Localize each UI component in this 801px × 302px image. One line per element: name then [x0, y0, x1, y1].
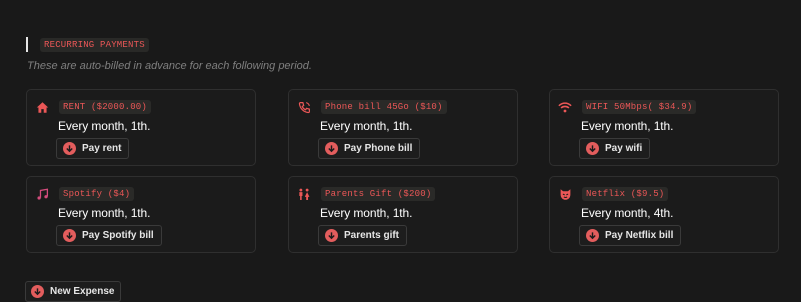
payment-tag: Netflix ($9.5): [582, 187, 669, 201]
payment-card-parents-gift: Parents Gift ($200) Every month, 1th. Pa…: [288, 176, 518, 253]
section-bar: [26, 37, 28, 52]
payment-card-rent: RENT ($2000.00) Every month, 1th. Pay re…: [26, 89, 256, 166]
pay-spotify-bill-button[interactable]: Pay Spotify bill: [56, 225, 162, 246]
payment-frequency: Every month, 1th.: [581, 119, 674, 133]
home-icon: [35, 100, 49, 114]
payment-card-phone: Phone bill 45Go ($10) Every month, 1th. …: [288, 89, 518, 166]
pay-phone-bill-button[interactable]: Pay Phone bill: [318, 138, 421, 159]
button-label: Pay rent: [82, 143, 122, 154]
button-label: Pay wifi: [605, 143, 643, 154]
button-label: Parents gift: [344, 230, 400, 241]
button-label: Pay Spotify bill: [82, 230, 154, 241]
payment-card-wifi: WIFI 50Mbps( $34.9) Every month, 1th. Pa…: [549, 89, 779, 166]
parents-gift-button[interactable]: Parents gift: [318, 225, 408, 246]
payment-tag: Phone bill 45Go ($10): [321, 100, 447, 114]
arrow-down-icon: [325, 142, 338, 155]
music-note-icon: [35, 187, 49, 201]
button-label: Pay Phone bill: [344, 143, 413, 154]
section-title: RECURRING PAYMENTS: [40, 37, 149, 52]
arrow-down-icon: [63, 229, 76, 242]
theater-mask-icon: [558, 187, 572, 201]
section-header: RECURRING PAYMENTS: [26, 37, 149, 52]
arrow-down-icon: [63, 142, 76, 155]
phone-icon: [297, 100, 311, 114]
pay-rent-button[interactable]: Pay rent: [56, 138, 130, 159]
payment-frequency: Every month, 1th.: [58, 206, 151, 220]
button-label: New Expense: [50, 286, 115, 297]
section-subtitle: These are auto-billed in advance for eac…: [27, 60, 312, 72]
arrow-down-icon: [325, 229, 338, 242]
pay-netflix-bill-button[interactable]: Pay Netflix bill: [579, 225, 682, 246]
button-label: Pay Netflix bill: [605, 230, 674, 241]
payment-card-netflix: Netflix ($9.5) Every month, 4th. Pay Net…: [549, 176, 779, 253]
payment-tag: RENT ($2000.00): [59, 100, 152, 114]
payment-tag: WIFI 50Mbps( $34.9): [582, 100, 697, 114]
arrow-down-icon: [586, 142, 599, 155]
people-icon: [297, 187, 311, 201]
arrow-down-icon: [31, 285, 44, 298]
wifi-icon: [558, 100, 572, 114]
pay-wifi-button[interactable]: Pay wifi: [579, 138, 651, 159]
payment-card-spotify: Spotify ($4) Every month, 1th. Pay Spoti…: [26, 176, 256, 253]
payment-frequency: Every month, 4th.: [581, 206, 674, 220]
payment-tag: Spotify ($4): [59, 187, 135, 201]
payment-frequency: Every month, 1th.: [320, 206, 413, 220]
payment-frequency: Every month, 1th.: [320, 119, 413, 133]
payment-frequency: Every month, 1th.: [58, 119, 151, 133]
payment-tag: Parents Gift ($200): [321, 187, 436, 201]
arrow-down-icon: [586, 229, 599, 242]
